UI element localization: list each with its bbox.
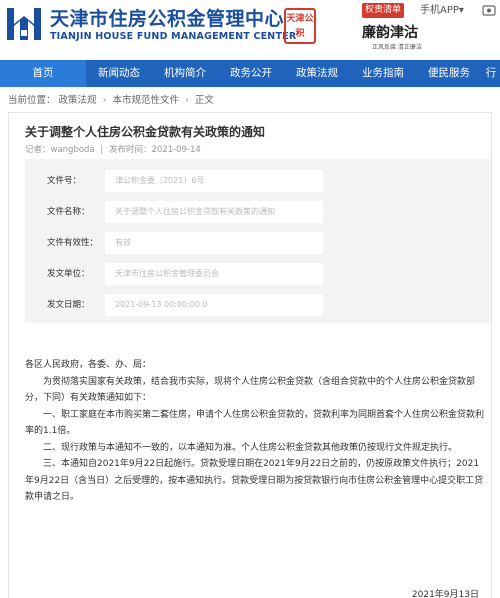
info-row-issue-date: 发文日期： 2021-09-13 00:00:00.0: [25, 294, 491, 316]
breadcrumb-label: 当前位置：: [8, 95, 56, 106]
info-row-doc-validity: 文件有效性： 有效: [25, 232, 491, 254]
doc-number-field: 津公积金委〔2021〕6号: [105, 170, 323, 192]
breadcrumb-policy[interactable]: 政策法规: [59, 95, 97, 106]
document-info-box: 文件号： 津公积金委〔2021〕6号 文件名称： 关于调整个人住房公积金贷款有关…: [25, 159, 491, 323]
article-date-signature: 2021年9月13日: [411, 590, 479, 598]
nav-item-services[interactable]: 便民服务: [416, 60, 482, 87]
body-paragraph: 三、本通知自2021年9月22日起施行。贷款受理日期在2021年9月22日之前的…: [25, 459, 484, 502]
issue-date-field: 2021-09-13 00:00:00.0: [105, 294, 323, 316]
house-fund-logo-icon[interactable]: [4, 4, 44, 44]
nav-item-more[interactable]: 行: [482, 60, 500, 87]
nav-item-home[interactable]: 首页: [0, 60, 86, 87]
chevron-down-icon: ▾: [458, 5, 464, 16]
nav-item-gov-affairs[interactable]: 政务公开: [218, 60, 284, 87]
breadcrumb: 当前位置： 政策法规 › 本市规范性文件 › 正文: [8, 92, 214, 106]
seal-logo: 天津公积: [284, 8, 316, 44]
doc-validity-field: 有效: [105, 232, 323, 254]
article-publish-time: 发布时间：2021-09-14: [108, 145, 201, 155]
meta-separator: |: [100, 145, 104, 155]
breadcrumb-current: 正文: [194, 95, 214, 106]
article-meta: 记者：wangboda | 发布时间：2021-09-14: [25, 143, 201, 155]
power-list-badge[interactable]: 权责清单: [362, 3, 404, 18]
issuer-field: 天津市住房公积金管理委员会: [105, 263, 323, 285]
nav-item-business-guide[interactable]: 业务指南: [350, 60, 416, 87]
site-title: 天津市住房公积金管理中心: [50, 8, 285, 30]
info-row-issuer: 发文单位： 天津市住房公积金管理委员会: [25, 263, 491, 285]
breadcrumb-separator: ›: [184, 95, 189, 106]
body-greeting: 各区人民政府，各委、办、局：: [25, 360, 152, 370]
article-panel: 关于调整个人住房公积金贷款有关政策的通知 记者：wangboda | 发布时间：…: [8, 112, 492, 598]
nav-item-about[interactable]: 机构简介: [152, 60, 218, 87]
article-title: 关于调整个人住房公积金贷款有关政策的通知: [25, 125, 266, 139]
breadcrumb-separator: ›: [102, 95, 107, 106]
nav-item-policy[interactable]: 政策法规: [284, 60, 350, 87]
doc-name-field: 关于调整个人住房公积金贷款有关政策的通知: [105, 201, 323, 223]
body-paragraph: 一、职工家庭在本市购买第二套住房，申请个人住房公积金贷款的，贷款利率为同期首套个…: [25, 409, 485, 437]
body-paragraph: 二、现行政策与本通知不一致的，以本通知为准。个人住房公积金贷款其他政策仍按现行文…: [43, 442, 458, 453]
site-header: 天津市住房公积金管理中心 TIANJIN HOUSE FUND MANAGEME…: [0, 0, 500, 60]
nav-item-news[interactable]: 新闻动态: [86, 60, 152, 87]
info-row-doc-number: 文件号： 津公积金委〔2021〕6号: [25, 170, 491, 192]
mobile-app-link[interactable]: 手机APP▾: [420, 3, 464, 18]
slogan-subtitle: 正风反腐 清正廉洁: [372, 44, 422, 51]
article-author: 记者：wangboda: [25, 145, 95, 155]
accessibility-icon[interactable]: [482, 5, 496, 16]
article-body: 各区人民政府，各委、办、局： 为贯彻落实国家有关政策，结合我市实际，现将个人住房…: [25, 357, 485, 506]
breadcrumb-local-docs[interactable]: 本市规范性文件: [112, 95, 179, 106]
info-row-doc-name: 文件名称： 关于调整个人住房公积金贷款有关政策的通知: [25, 201, 491, 223]
site-title-english: TIANJIN HOUSE FUND MANAGEMENT CENTER: [50, 31, 297, 42]
main-nav: 首页 新闻动态 机构简介 政务公开 政策法规 业务指南 便民服务 行: [0, 60, 500, 87]
body-paragraph: 为贯彻落实国家有关政策，结合我市实际，现将个人住房公积金贷款（含组合贷款中的个人…: [25, 376, 476, 404]
slogan-banner[interactable]: 廉韵津沽: [362, 22, 418, 42]
